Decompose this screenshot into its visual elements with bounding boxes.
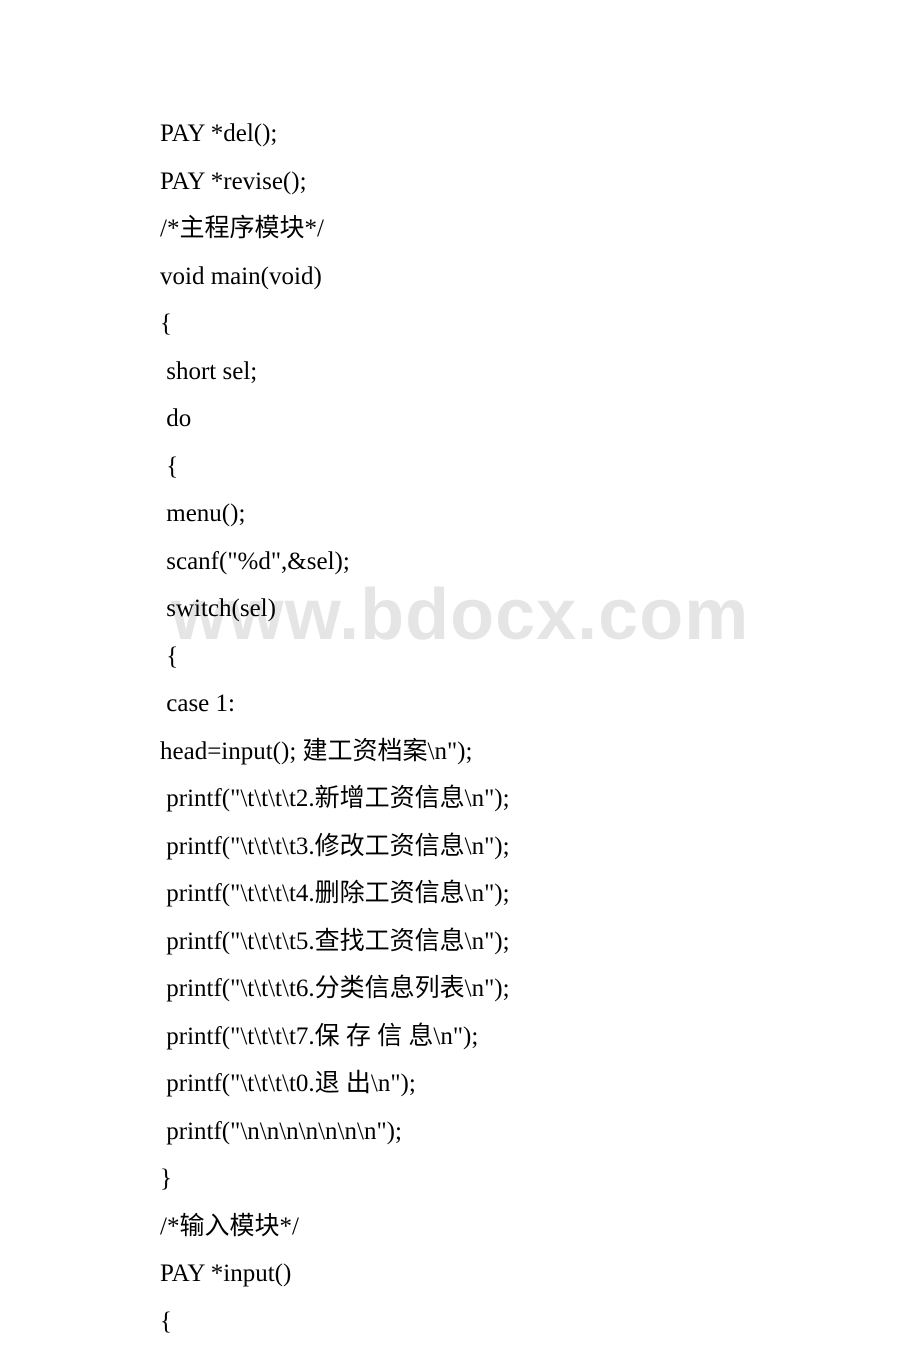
code-line: PAY *input() [160,1250,840,1298]
code-line: { [160,300,840,348]
code-line: printf("\t\t\t\t2.新增工资信息\n"); [160,775,840,823]
code-line: } [160,1155,840,1203]
code-block: PAY *del();PAY *revise();/*主程序模块*/void m… [160,110,840,1345]
code-line: PAY *del(); [160,110,840,158]
code-line: printf("\t\t\t\t5.查找工资信息\n"); [160,918,840,966]
code-line: { [160,1298,840,1345]
code-line: case 1: [160,680,840,728]
code-line: printf("\t\t\t\t3.修改工资信息\n"); [160,823,840,871]
code-line: switch(sel) [160,585,840,633]
code-line: printf("\n\n\n\n\n\n\n"); [160,1108,840,1156]
code-line: printf("\t\t\t\t0.退 出\n"); [160,1060,840,1108]
code-line: /*输入模块*/ [160,1203,840,1251]
code-line: PAY *revise(); [160,158,840,206]
code-line: do [160,395,840,443]
code-line: menu(); [160,490,840,538]
code-line: { [160,633,840,681]
code-line: printf("\t\t\t\t7.保 存 信 息\n"); [160,1013,840,1061]
code-line: /*主程序模块*/ [160,205,840,253]
document-page: www.bdocx.com PAY *del();PAY *revise();/… [0,0,920,1345]
code-line: { [160,443,840,491]
code-line: void main(void) [160,253,840,301]
code-line: scanf("%d",&sel); [160,538,840,586]
code-line: printf("\t\t\t\t4.删除工资信息\n"); [160,870,840,918]
code-line: printf("\t\t\t\t6.分类信息列表\n"); [160,965,840,1013]
code-line: short sel; [160,348,840,396]
code-line: head=input(); 建工资档案\n"); [160,728,840,776]
